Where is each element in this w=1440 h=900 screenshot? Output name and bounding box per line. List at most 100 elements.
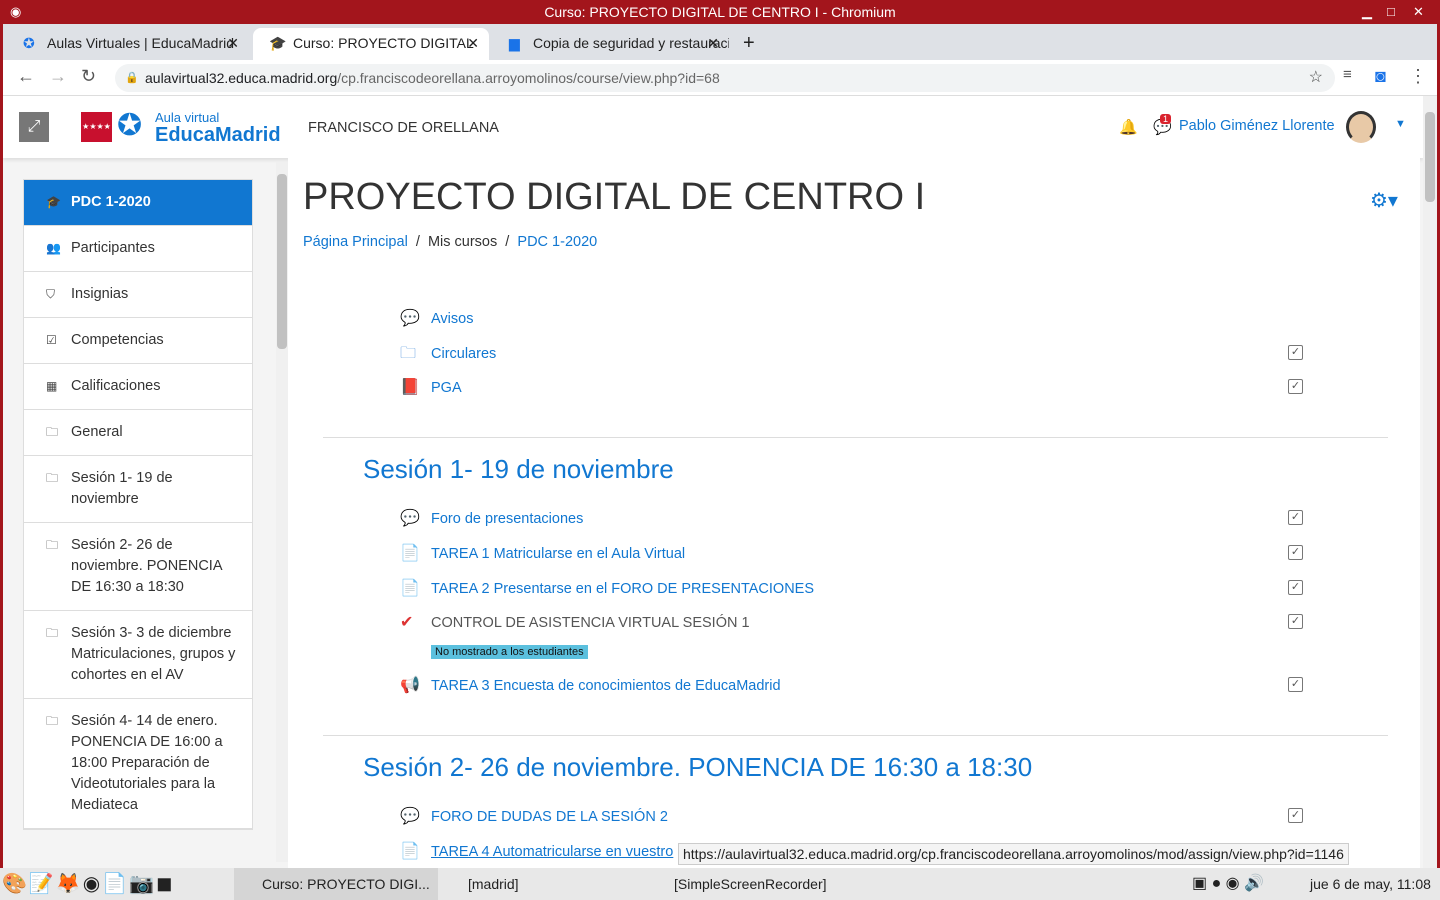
sidebar-item[interactable]: 👥 Participantes xyxy=(24,226,252,272)
url-domain: aulavirtual32.educa.madrid.org xyxy=(145,70,338,86)
sidebar-item[interactable]: ▦ Calificaciones xyxy=(24,364,252,410)
close-tab-icon[interactable]: ✕ xyxy=(227,28,239,58)
new-tab-button[interactable]: + xyxy=(739,28,769,60)
close-window-button[interactable]: ✕ xyxy=(1413,0,1424,24)
back-button[interactable]: ← xyxy=(17,66,35,87)
completion-checkbox[interactable]: ✓ xyxy=(1288,580,1303,595)
course-content: PROYECTO DIGITAL DE CENTRO I ⚙▾ Página P… xyxy=(288,158,1420,868)
completion-checkbox[interactable]: ✓ xyxy=(1288,345,1303,360)
sidebar-item[interactable]: 🗀 Sesión 4- 14 de enero. PONENCIA DE 16:0… xyxy=(24,699,252,829)
link-status-bubble: https://aulavirtual32.educa.madrid.org/c… xyxy=(678,843,1349,865)
activity-link[interactable]: 🗀 Circulares xyxy=(400,343,496,365)
avatar[interactable] xyxy=(1346,111,1376,143)
address-bar[interactable]: 🔒 aulavirtual32.educa.madrid.org/cp.fran… xyxy=(115,64,1335,92)
breadcrumb: Página Principal / Mis cursos / PDC 1-20… xyxy=(303,234,598,250)
site-name[interactable]: FRANCISCO DE ORELLANA xyxy=(308,120,499,136)
tab-aulas-virtuales[interactable]: ✪ Aulas Virtuales | EducaMadrid ✕ xyxy=(7,28,249,60)
completion-checkbox[interactable]: ✓ xyxy=(1288,808,1303,823)
activity-label: Circulares xyxy=(431,346,497,362)
sidebar-item[interactable]: ☑ Competencias xyxy=(24,318,252,364)
close-tab-icon[interactable]: ✕ xyxy=(707,28,719,58)
sidebar-scrollbar[interactable] xyxy=(276,162,288,862)
completion-checkbox[interactable]: ✓ xyxy=(1288,545,1303,560)
close-tab-icon[interactable]: ✕ xyxy=(467,28,479,58)
completion-checkbox[interactable]: ✓ xyxy=(1288,379,1303,394)
sidebar-item[interactable]: 🗀 Sesión 3- 3 de diciembre Matriculacione… xyxy=(24,611,252,699)
chromium-icon: ◉ xyxy=(10,4,22,19)
user-menu-caret-icon[interactable]: ▼ xyxy=(1395,118,1406,130)
window-title: Curso: PROYECTO DIGITAL DE CENTRO I - Ch… xyxy=(544,4,896,20)
media-icon[interactable]: ≡ xyxy=(1343,66,1352,83)
launcher-icons[interactable]: 🎨📝🦊◉📄📷◼ xyxy=(2,868,175,900)
clapper-icon: ▆ xyxy=(509,35,520,51)
sidebar-item-label: Competencias xyxy=(71,332,164,348)
activity-link[interactable]: 💬 Foro de presentaciones xyxy=(400,508,583,530)
sidebar-item[interactable]: 🗀 Sesión 2- 26 de noviembre. PONENCIA DE … xyxy=(24,523,252,611)
tab-copia-seguridad[interactable]: ▆ Copia de seguridad y restauración ✕ xyxy=(493,28,729,60)
shield-icon: ⛉ xyxy=(46,287,56,301)
section-divider xyxy=(323,735,1388,736)
completion-checkbox[interactable]: ✓ xyxy=(1288,510,1303,525)
scrollbar-thumb[interactable] xyxy=(277,174,287,349)
settings-gear-icon[interactable]: ⚙▾ xyxy=(1370,188,1398,213)
activity-label: FORO DE DUDAS DE LA SESIÓN 2 xyxy=(431,809,668,825)
sidebar-item[interactable]: 🎓 PDC 1-2020 xyxy=(24,180,252,226)
activity-link[interactable]: 📕 PGA xyxy=(400,377,462,399)
menu-icon[interactable]: ⋮ xyxy=(1409,66,1427,87)
sidebar-item-label: General xyxy=(71,424,123,440)
graduation-cap-icon: 🎓 xyxy=(269,35,287,51)
assign-icon: 📄 xyxy=(400,843,420,860)
lock-icon: 🔒 xyxy=(125,72,139,84)
page-scrollbar[interactable] xyxy=(1423,96,1437,868)
sidebar-item[interactable]: ⛉ Insignias xyxy=(24,272,252,318)
maximize-button[interactable]: □ xyxy=(1387,0,1395,24)
taskbar-window-madrid[interactable]: [madrid] xyxy=(444,868,519,900)
fullscreen-toggle-button[interactable]: ⤢ xyxy=(19,112,49,142)
bookmark-star-icon[interactable]: ☆ xyxy=(1309,64,1323,92)
profile-icon[interactable]: ◙ xyxy=(1375,66,1386,87)
minimize-button[interactable]: ▁ xyxy=(1362,0,1372,24)
tray-icons[interactable]: ▣ ● ◉ 🔊 xyxy=(1192,868,1264,900)
scrollbar-thumb[interactable] xyxy=(1425,112,1435,202)
taskbar-label: [madrid] xyxy=(468,876,519,892)
activity-link[interactable]: 💬 FORO DE DUDAS DE LA SESIÓN 2 xyxy=(400,806,668,828)
sidebar-item[interactable]: 🗀 General xyxy=(24,410,252,456)
breadcrumb-course[interactable]: PDC 1-2020 xyxy=(517,234,597,250)
assign-icon: 📄 xyxy=(400,545,420,562)
folder-icon: 🗀 xyxy=(46,714,59,728)
folder-icon: 🗀 xyxy=(46,626,59,640)
completion-checkbox[interactable]: ✓ xyxy=(1288,614,1303,629)
tab-curso[interactable]: 🎓 Curso: PROYECTO DIGITAL ✕ xyxy=(253,28,489,60)
activity-link[interactable]: ✔ CONTROL DE ASISTENCIA VIRTUAL SESIÓN 1 xyxy=(400,612,750,634)
notification-badge: 1 xyxy=(1160,114,1172,124)
reload-button[interactable]: ↻ xyxy=(81,66,96,87)
logo-text[interactable]: EducaMadrid xyxy=(155,124,281,147)
section-title[interactable]: Sesión 2- 26 de noviembre. PONENCIA DE 1… xyxy=(363,752,1032,783)
window-titlebar: Curso: PROYECTO DIGITAL DE CENTRO I - Ch… xyxy=(0,0,1440,24)
completion-checkbox[interactable]: ✓ xyxy=(1288,677,1303,692)
activity-link[interactable]: 📢 TAREA 3 Encuesta de conocimientos de Ed… xyxy=(400,675,781,697)
activity-link[interactable]: 💬 Avisos xyxy=(400,308,473,330)
sidebar-item-label: Insignias xyxy=(71,286,129,302)
activity-label: TAREA 1 Matricularse en el Aula Virtual xyxy=(431,546,686,562)
site-header: ⤢ ★★★★ ✪ Aula virtual EducaMadrid FRANCI… xyxy=(3,96,1423,158)
breadcrumb-home[interactable]: Página Principal xyxy=(303,234,408,250)
activity-label: PGA xyxy=(431,380,462,396)
forward-button[interactable]: → xyxy=(49,66,67,87)
sidebar-item-label: Sesión 2- 26 de noviembre. PONENCIA DE 1… xyxy=(71,537,222,595)
forum-icon: 💬 xyxy=(400,310,420,327)
folder-icon: 🗀 xyxy=(400,345,417,362)
sidebar-item[interactable]: 🗀 Sesión 1- 19 de noviembre xyxy=(24,456,252,523)
activity-link[interactable]: 📄 TAREA 1 Matricularse en el Aula Virtual xyxy=(400,543,685,565)
bell-icon[interactable]: 🔔 xyxy=(1119,118,1138,136)
page-title: PROYECTO DIGITAL DE CENTRO I xyxy=(303,176,926,218)
taskbar-window-curso[interactable]: Curso: PROYECTO DIGI... xyxy=(234,868,438,900)
taskbar-window-recorder[interactable]: [SimpleScreenRecorder] xyxy=(650,868,827,900)
user-name[interactable]: Pablo Giménez Llorente xyxy=(1179,118,1335,134)
clock[interactable]: jue 6 de may, 11:08 xyxy=(1310,868,1431,900)
activity-link[interactable]: 📄 TAREA 2 Presentarse en el FORO DE PRESE… xyxy=(400,578,814,600)
activity-link[interactable]: 📄 TAREA 4 Automatricularse en vuestro xyxy=(400,841,673,863)
section-title[interactable]: Sesión 1- 19 de noviembre xyxy=(363,454,674,485)
toolbar: ← → ↻ 🔒 aulavirtual32.educa.madrid.org/c… xyxy=(3,60,1437,96)
assign-icon: 📄 xyxy=(400,580,420,597)
